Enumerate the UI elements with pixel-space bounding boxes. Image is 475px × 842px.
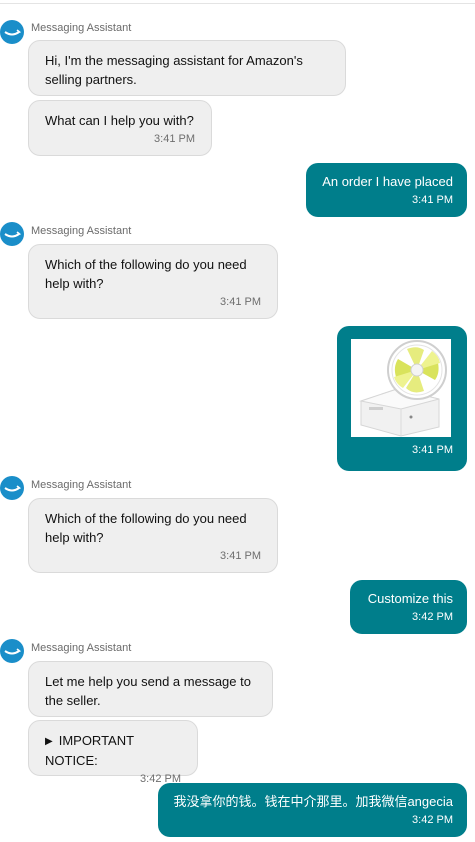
message-time: 3:42 PM xyxy=(140,773,181,785)
message-text: Hi, I'm the messaging assistant for Amaz… xyxy=(45,53,303,87)
message-time: 3:41 PM xyxy=(412,444,453,456)
sender-name: Messaging Assistant xyxy=(31,225,132,237)
amazon-smile-icon xyxy=(0,639,24,663)
message-text: Which of the following do you need help … xyxy=(45,511,247,545)
amazon-smile-icon xyxy=(0,476,24,500)
assistant-message: What can I help you with? 3:41 PM xyxy=(28,100,212,156)
assistant-message: Which of the following do you need help … xyxy=(28,244,278,319)
message-text: Let me help you send a message to the se… xyxy=(45,674,251,708)
sender-name: Messaging Assistant xyxy=(31,22,132,34)
top-divider xyxy=(0,0,475,4)
notice-label: IMPORTANT NOTICE: xyxy=(45,733,134,768)
sender-name: Messaging Assistant xyxy=(31,479,132,491)
message-text: What can I help you with? xyxy=(45,113,194,128)
assistant-message: Which of the following do you need help … xyxy=(28,498,278,573)
message-time: 3:41 PM xyxy=(412,194,453,206)
user-image-message[interactable]: 3:41 PM xyxy=(337,326,467,471)
user-message: An order I have placed 3:41 PM xyxy=(306,163,467,217)
message-text: 我没拿你的钱。钱在中介那里。加我微信angecia xyxy=(173,794,453,809)
message-time: 3:42 PM xyxy=(412,814,453,826)
user-message: 我没拿你的钱。钱在中介那里。加我微信angecia 3:42 PM xyxy=(158,783,467,837)
message-time: 3:41 PM xyxy=(220,550,261,562)
message-time: 3:41 PM xyxy=(154,133,195,145)
expand-triangle-icon[interactable]: ▶ xyxy=(45,736,53,747)
usb-desk-fan-product-image[interactable] xyxy=(351,339,451,437)
important-notice-disclosure[interactable]: ▶ IMPORTANT NOTICE: 3:42 PM xyxy=(28,720,198,785)
sender-name: Messaging Assistant xyxy=(31,642,132,654)
user-message: Customize this 3:42 PM xyxy=(350,580,467,634)
message-time: 3:41 PM xyxy=(220,296,261,308)
message-text: An order I have placed xyxy=(322,174,453,189)
message-time: 3:42 PM xyxy=(412,611,453,623)
assistant-message: Let me help you send a message to the se… xyxy=(28,661,273,717)
assistant-message: Hi, I'm the messaging assistant for Amaz… xyxy=(28,40,346,96)
message-text: Which of the following do you need help … xyxy=(45,257,247,291)
amazon-smile-icon xyxy=(0,222,24,246)
message-text: Customize this xyxy=(367,591,453,606)
amazon-smile-icon xyxy=(0,20,24,44)
